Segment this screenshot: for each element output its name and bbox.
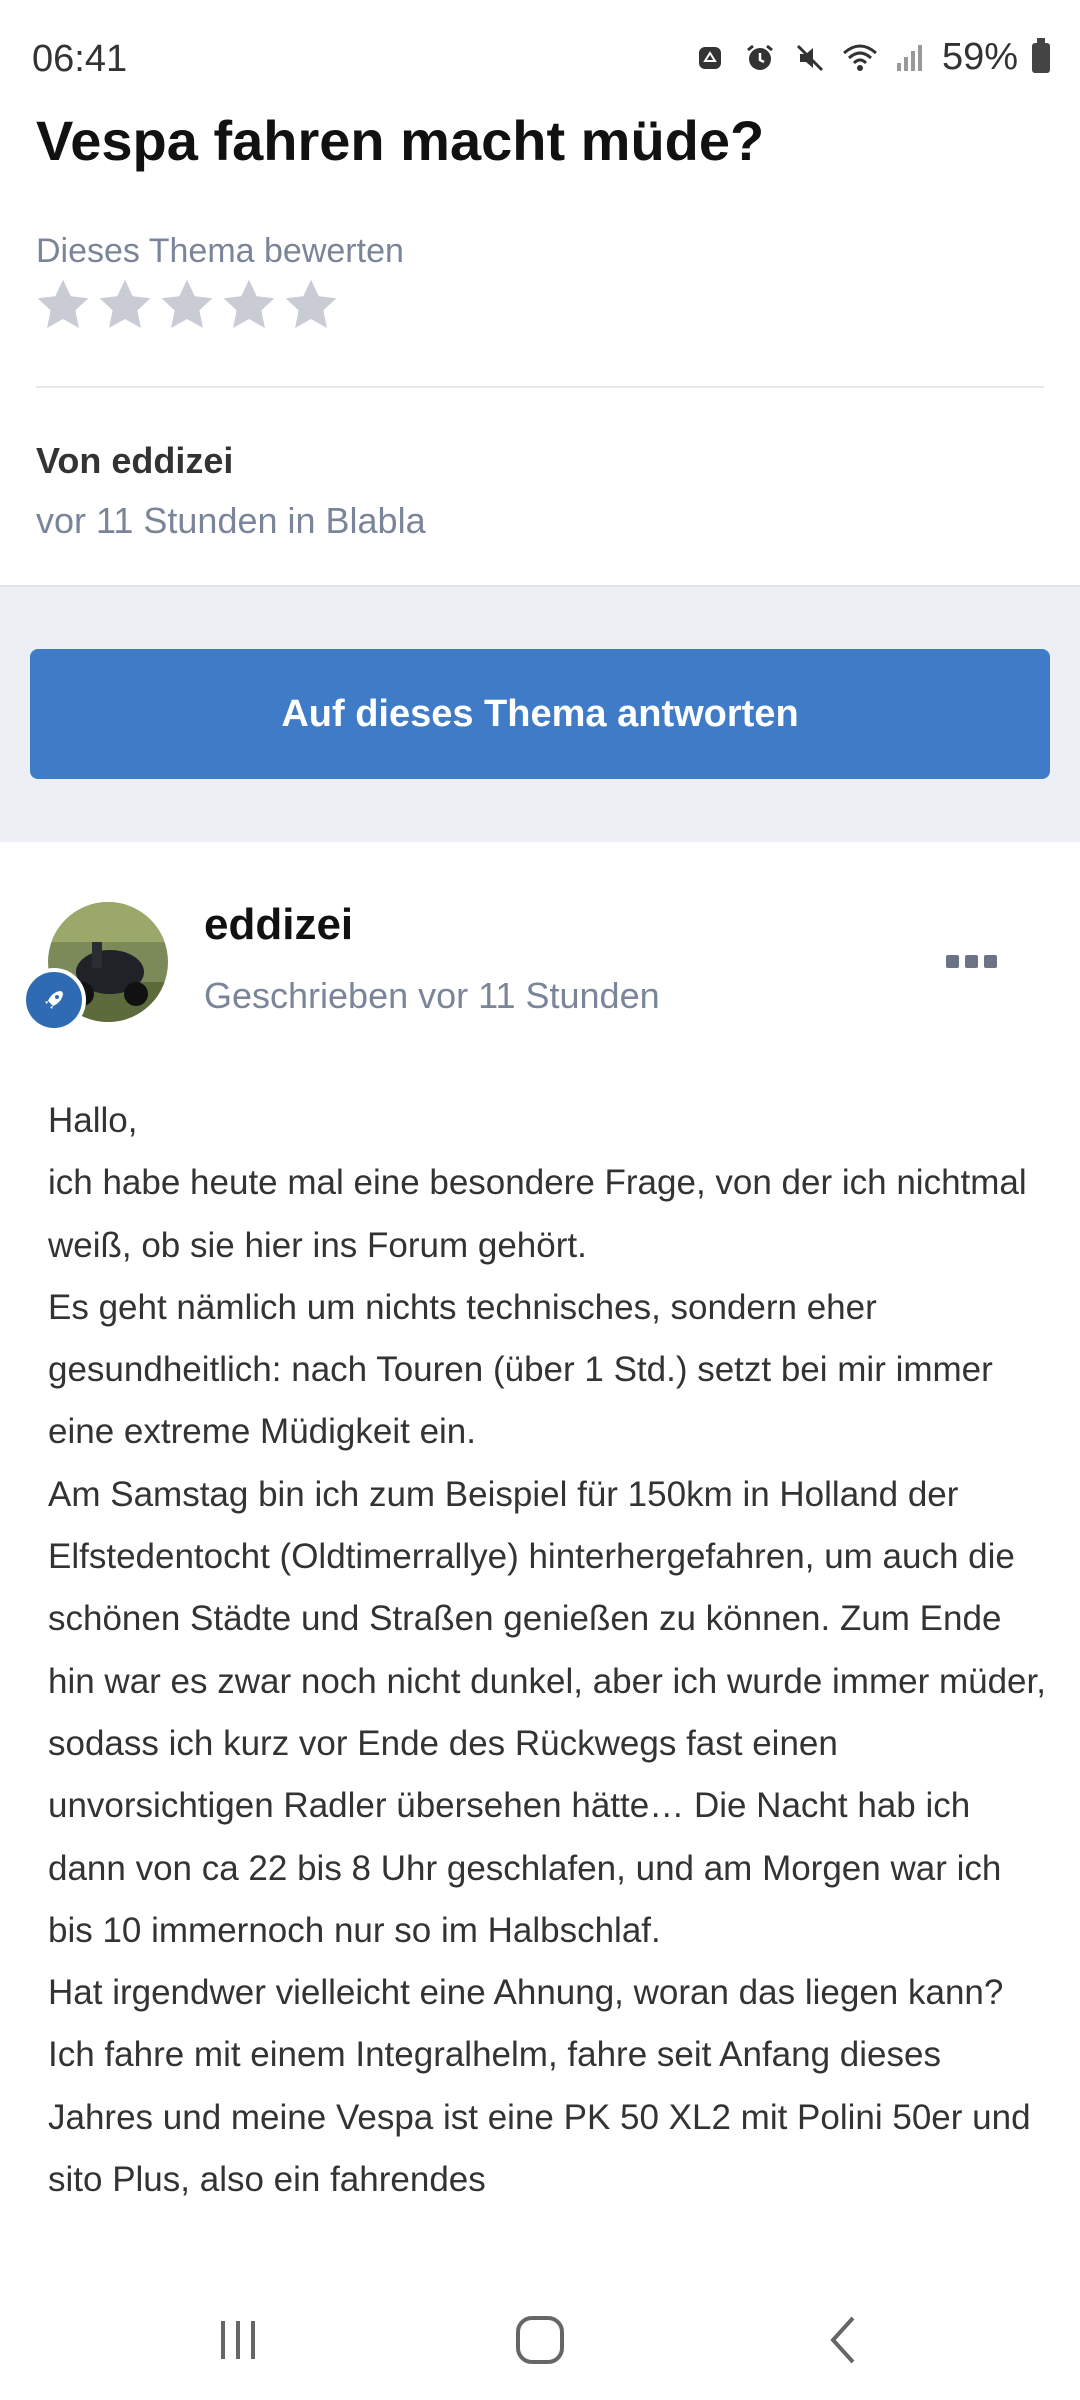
battery-percent: 59% xyxy=(941,36,1018,78)
divider xyxy=(36,386,1044,388)
reply-button[interactable]: Auf dieses Thema antworten xyxy=(30,649,1050,779)
post-timestamp: Geschrieben vor 11 Stunden xyxy=(204,975,660,1016)
alarm-icon xyxy=(742,40,778,76)
topic-meta: vor 11 Stunden in Blabla xyxy=(36,500,426,541)
recent-apps-icon[interactable] xyxy=(198,2305,278,2375)
post-content: Hallo, ich habe heute mal eine besondere… xyxy=(48,1090,1048,2265)
page-title: Vespa fahren macht müde? xyxy=(36,109,765,172)
battery-icon xyxy=(1032,37,1050,73)
post-paragraph: Hat irgendwer vielleicht eine Ahnung, wo… xyxy=(48,1973,1031,2200)
signal-icon xyxy=(892,40,928,76)
back-icon[interactable] xyxy=(804,2305,884,2375)
star-icon[interactable] xyxy=(282,276,340,334)
post-avatar-wrapper[interactable] xyxy=(22,902,168,1032)
mute-icon xyxy=(792,40,828,76)
post-paragraph: Es geht nämlich um nichts technisches, s… xyxy=(48,1287,993,1452)
home-icon[interactable] xyxy=(500,2305,580,2375)
status-time: 06:41 xyxy=(32,38,128,80)
post-paragraph: Am Samstag bin ich zum Beispiel für 150k… xyxy=(48,1474,1046,1950)
status-icons: 59% xyxy=(692,36,1050,79)
star-icon[interactable] xyxy=(96,276,154,334)
wifi-icon xyxy=(842,40,878,76)
post-author[interactable]: eddizei xyxy=(204,900,353,950)
status-bar: 06:41 59% xyxy=(0,0,1080,110)
more-options-icon[interactable] xyxy=(946,952,1000,970)
reply-section: Auf dieses Thema antworten xyxy=(0,585,1080,842)
rating-label: Dieses Thema bewerten xyxy=(36,232,404,270)
post-paragraph: ich habe heute mal eine besondere Frage,… xyxy=(48,1163,1027,1265)
star-icon[interactable] xyxy=(220,276,278,334)
rating-stars[interactable] xyxy=(34,276,340,334)
rocket-badge-icon xyxy=(22,968,86,1032)
star-icon[interactable] xyxy=(158,276,216,334)
recycle-icon xyxy=(692,40,728,76)
post-paragraph: Hallo, xyxy=(48,1101,138,1140)
star-icon[interactable] xyxy=(34,276,92,334)
topic-author[interactable]: Von eddizei xyxy=(36,440,233,482)
navigation-bar xyxy=(0,2265,1080,2400)
